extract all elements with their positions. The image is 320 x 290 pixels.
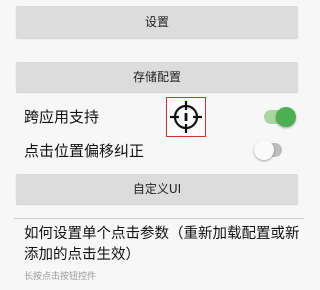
divider [14,218,304,219]
crosshair-target-icon[interactable] [166,97,206,137]
click-offset-correction-label: 点击位置偏移纠正 [24,142,145,160]
click-offset-correction-switch[interactable] [254,140,282,160]
settings-button[interactable]: 设置 [16,6,298,38]
cross-app-support-switch[interactable] [264,107,296,127]
help-subtitle: 长按点击按钮控件 [24,272,97,282]
switch-knob [254,140,274,160]
custom-ui-button[interactable]: 自定义UI [16,174,298,204]
storage-config-button[interactable]: 存储配置 [16,62,298,92]
cross-app-support-label: 跨应用支持 [24,108,100,126]
help-title[interactable]: 如何设置单个点击参数（重新加载配置或新添加的点击生效） [24,224,308,266]
crosshair-target-svg [170,101,202,133]
switch-knob [276,107,296,127]
